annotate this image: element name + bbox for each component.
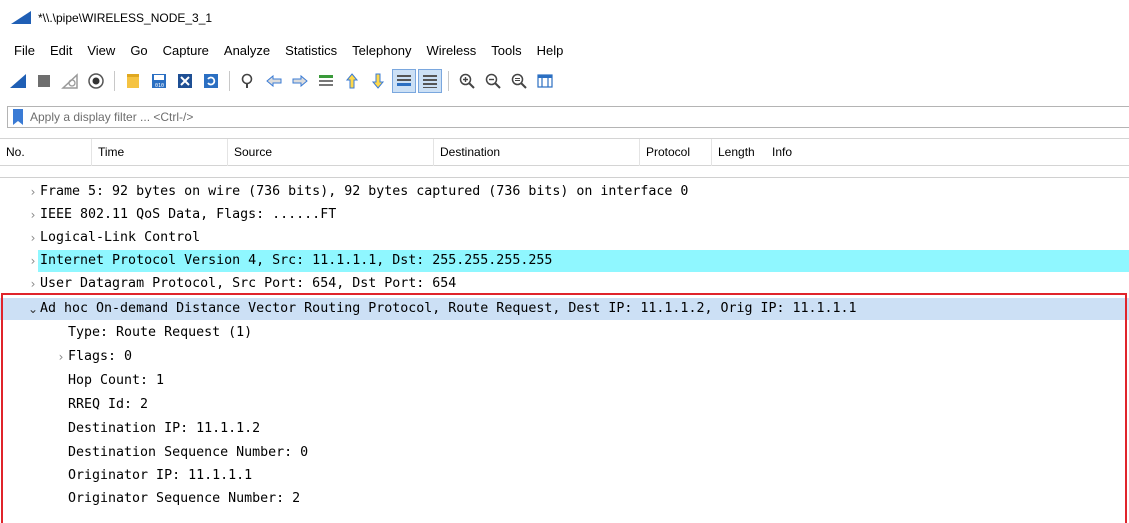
start-capture-icon[interactable] bbox=[6, 69, 30, 93]
column-destination[interactable]: Destination bbox=[434, 139, 640, 166]
zoom-in-icon[interactable] bbox=[455, 69, 479, 93]
menu-file[interactable]: File bbox=[6, 41, 42, 60]
zoom-out-icon[interactable] bbox=[481, 69, 505, 93]
tree-row-frame[interactable]: › Frame 5: 92 bytes on wire (736 bits), … bbox=[0, 181, 1129, 203]
restart-capture-icon[interactable] bbox=[58, 69, 82, 93]
tree-row-aodv-rreq-id[interactable]: RREQ Id: 2 bbox=[0, 394, 1129, 416]
column-source[interactable]: Source bbox=[228, 139, 434, 166]
field-originator-ip: Originator IP: 11.1.1.1 bbox=[68, 468, 253, 483]
chevron-right-icon[interactable]: › bbox=[26, 181, 40, 203]
stop-capture-icon[interactable] bbox=[32, 69, 56, 93]
menu-wireless[interactable]: Wireless bbox=[418, 41, 483, 60]
tree-row-aodv[interactable]: ⌄ Ad hoc On-demand Distance Vector Routi… bbox=[0, 298, 1129, 320]
menu-help[interactable]: Help bbox=[529, 41, 571, 60]
svg-text:010: 010 bbox=[155, 83, 164, 89]
tree-label-ieee80211: IEEE 802.11 QoS Data, Flags: ......FT bbox=[40, 207, 337, 222]
toolbar-separator bbox=[114, 71, 115, 91]
filter-bookmark-icon[interactable] bbox=[8, 107, 28, 127]
reload-file-icon[interactable] bbox=[199, 69, 223, 93]
chevron-right-icon[interactable]: › bbox=[26, 227, 40, 249]
find-packet-icon[interactable] bbox=[236, 69, 260, 93]
menu-go[interactable]: Go bbox=[122, 41, 154, 60]
main-toolbar: 010 bbox=[0, 66, 1129, 96]
tree-row-aodv-orig-ip[interactable]: Originator IP: 11.1.1.1 bbox=[0, 465, 1129, 487]
field-flags: Flags: 0 bbox=[68, 349, 133, 364]
tree-row-aodv-flags[interactable]: › Flags: 0 bbox=[0, 346, 1129, 368]
column-info[interactable]: Info bbox=[766, 139, 1129, 166]
menu-bar: File Edit View Go Capture Analyze Statis… bbox=[0, 38, 1129, 62]
auto-scroll-icon[interactable] bbox=[392, 69, 416, 93]
menu-telephony[interactable]: Telephony bbox=[344, 41, 418, 60]
open-file-icon[interactable] bbox=[121, 69, 145, 93]
tree-row-ipv4[interactable]: › Internet Protocol Version 4, Src: 11.1… bbox=[0, 250, 1129, 272]
menu-tools[interactable]: Tools bbox=[483, 41, 528, 60]
go-to-packet-icon[interactable] bbox=[314, 69, 338, 93]
field-destination-ip: Destination IP: 11.1.1.2 bbox=[68, 421, 261, 436]
wireshark-fin-icon bbox=[11, 11, 31, 24]
field-type: Type: Route Request (1) bbox=[68, 325, 253, 340]
tree-row-aodv-orig-seq[interactable]: Originator Sequence Number: 2 bbox=[0, 488, 1129, 510]
capture-options-icon[interactable] bbox=[84, 69, 108, 93]
field-hop-count: Hop Count: 1 bbox=[68, 373, 165, 388]
tree-row-aodv-hop-count[interactable]: Hop Count: 1 bbox=[0, 370, 1129, 392]
chevron-right-icon[interactable]: › bbox=[26, 204, 40, 226]
tree-row-aodv-dest-ip[interactable]: Destination IP: 11.1.1.2 bbox=[0, 418, 1129, 440]
pane-splitter[interactable] bbox=[0, 166, 1129, 178]
field-rreq-id: RREQ Id: 2 bbox=[68, 397, 149, 412]
title-bar: *\\.\pipe\WIRELESS_NODE_3_1 bbox=[0, 0, 1129, 36]
column-length[interactable]: Length bbox=[712, 139, 766, 166]
colorize-icon[interactable] bbox=[418, 69, 442, 93]
last-packet-icon[interactable] bbox=[366, 69, 390, 93]
field-originator-sequence: Originator Sequence Number: 2 bbox=[68, 491, 301, 506]
tree-label-aodv: Ad hoc On-demand Distance Vector Routing… bbox=[40, 301, 857, 316]
normal-size-icon[interactable] bbox=[507, 69, 531, 93]
field-destination-sequence: Destination Sequence Number: 0 bbox=[68, 445, 309, 460]
column-time[interactable]: Time bbox=[92, 139, 228, 166]
window-title: *\\.\pipe\WIRELESS_NODE_3_1 bbox=[38, 11, 213, 25]
menu-statistics[interactable]: Statistics bbox=[277, 41, 344, 60]
tree-row-ieee80211[interactable]: › IEEE 802.11 QoS Data, Flags: ......FT bbox=[0, 204, 1129, 226]
packet-details-pane: › Frame 5: 92 bytes on wire (736 bits), … bbox=[0, 178, 1129, 523]
chevron-right-icon[interactable]: › bbox=[54, 346, 68, 368]
tree-row-aodv-dest-seq[interactable]: Destination Sequence Number: 0 bbox=[0, 442, 1129, 464]
column-no[interactable]: No. bbox=[0, 139, 92, 166]
resize-columns-icon[interactable] bbox=[533, 69, 557, 93]
go-forward-icon[interactable] bbox=[288, 69, 312, 93]
tree-row-udp[interactable]: › User Datagram Protocol, Src Port: 654,… bbox=[0, 273, 1129, 295]
chevron-right-icon[interactable]: › bbox=[26, 273, 40, 295]
go-back-icon[interactable] bbox=[262, 69, 286, 93]
tree-label-ipv4: Internet Protocol Version 4, Src: 11.1.1… bbox=[38, 250, 1129, 272]
toolbar-separator bbox=[229, 71, 230, 91]
menu-edit[interactable]: Edit bbox=[42, 41, 79, 60]
tree-label-udp: User Datagram Protocol, Src Port: 654, D… bbox=[40, 276, 457, 291]
column-protocol[interactable]: Protocol bbox=[640, 139, 712, 166]
tree-row-aodv-type[interactable]: Type: Route Request (1) bbox=[0, 322, 1129, 344]
close-file-icon[interactable] bbox=[173, 69, 197, 93]
chevron-down-icon[interactable]: ⌄ bbox=[26, 298, 40, 320]
tree-label-frame: Frame 5: 92 bytes on wire (736 bits), 92… bbox=[40, 184, 689, 199]
packet-list-header: No. Time Source Destination Protocol Len… bbox=[0, 138, 1129, 166]
menu-view[interactable]: View bbox=[79, 41, 122, 60]
tree-row-llc[interactable]: › Logical-Link Control bbox=[0, 227, 1129, 249]
tree-label-llc: Logical-Link Control bbox=[40, 230, 201, 245]
display-filter-input[interactable] bbox=[28, 108, 1118, 126]
save-file-icon[interactable]: 010 bbox=[147, 69, 171, 93]
toolbar-separator bbox=[448, 71, 449, 91]
first-packet-icon[interactable] bbox=[340, 69, 364, 93]
display-filter-bar bbox=[7, 106, 1129, 128]
menu-capture[interactable]: Capture bbox=[155, 41, 216, 60]
menu-analyze[interactable]: Analyze bbox=[216, 41, 277, 60]
